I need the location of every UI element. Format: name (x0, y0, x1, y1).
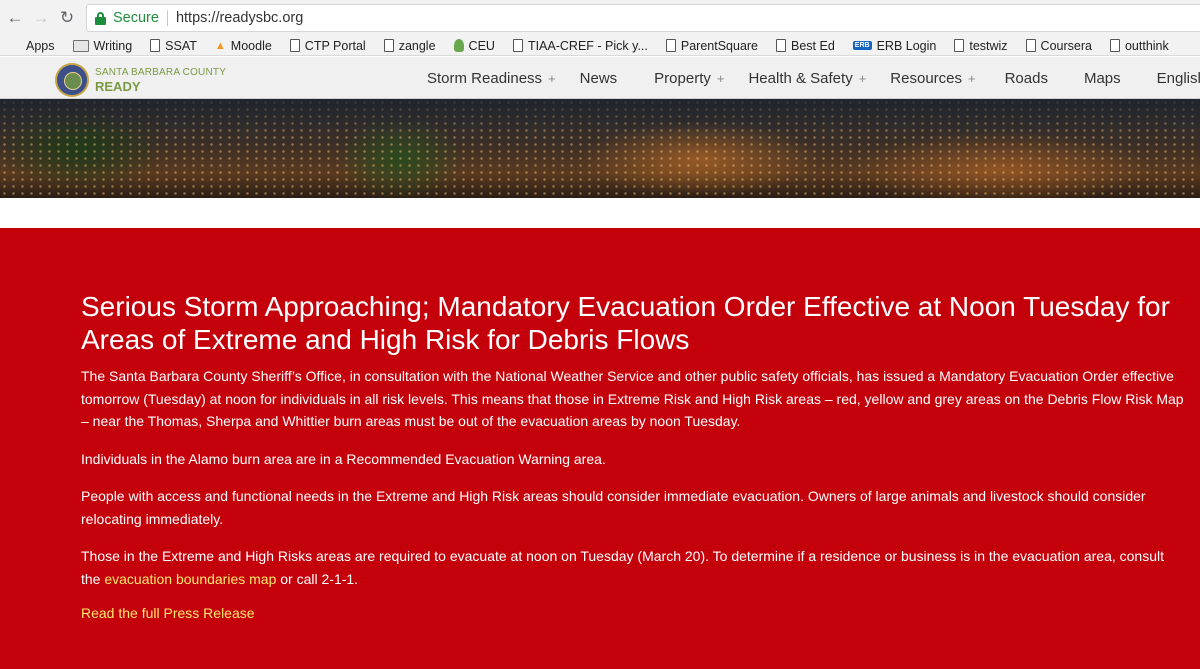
menu-resources[interactable]: Resources + (890, 70, 975, 87)
bookmark-parentsquare[interactable]: ParentSquare (665, 38, 759, 53)
menu-health-safety[interactable]: Health & Safety + (748, 70, 866, 87)
bookmark-writing[interactable]: Writing (72, 38, 133, 53)
page-icon (1109, 39, 1120, 52)
forward-arrow-icon[interactable]: → (30, 7, 52, 29)
bookmark-label: ParentSquare (680, 38, 759, 53)
alert-title: Serious Storm Approaching; Mandatory Eva… (81, 291, 1170, 355)
bookmark-label: Best Ed (791, 38, 835, 53)
menu-news[interactable]: News (580, 70, 618, 87)
menu-english[interactable]: English (1157, 70, 1200, 87)
url-text[interactable]: https://readysbc.org (176, 10, 303, 26)
folder-icon (72, 39, 89, 52)
plus-icon: + (968, 70, 976, 86)
menu-label: English (1156, 69, 1200, 87)
bookmark-apps[interactable]: Apps (9, 39, 55, 53)
menu-maps[interactable]: Maps (1084, 70, 1121, 87)
bookmark-label: ERB Login (876, 38, 937, 53)
bookmark-label: outthink (1124, 38, 1169, 53)
bookmark-ceu[interactable]: CEU (453, 38, 495, 53)
bookmark-label: Apps (26, 38, 55, 53)
plus-icon: + (548, 70, 556, 86)
menu-label: Property (654, 69, 711, 87)
bookmark-ssat[interactable]: SSAT (150, 39, 197, 53)
bookmark-erb-login[interactable]: ERB ERB Login (852, 38, 937, 53)
address-bar[interactable]: Secure https://readysbc.org (86, 4, 1200, 32)
logo-county-text: SANTA BARBARA COUNTY (95, 66, 227, 78)
bookmark-label: testwiz (969, 38, 1008, 53)
address-separator (166, 10, 168, 26)
menu-label: Storm Readiness (427, 69, 543, 87)
reload-icon[interactable]: ↻ (56, 7, 78, 29)
page-icon (954, 39, 965, 52)
page-icon (1025, 39, 1036, 52)
menu-label: Roads (1004, 69, 1048, 87)
bookmark-moodle[interactable]: ▲ Moodle (215, 39, 272, 53)
menu-storm-readiness[interactable]: Storm Readiness + (427, 70, 556, 87)
logo-ready-text: READY (95, 78, 141, 94)
bookmark-label: zangle (398, 38, 436, 53)
alert-paragraph-4: Those in the Extreme and High Risks area… (81, 545, 1186, 590)
web-page: SANTA BARBARA COUNTY READY Storm Readine… (0, 57, 1200, 669)
site-logo[interactable]: SANTA BARBARA COUNTY READY (55, 63, 226, 97)
lock-icon (95, 11, 106, 25)
browser-toolbar: ← → ↻ Secure https://readysbc.org (0, 0, 1200, 36)
bookmark-label: TIAA-CREF - Pick y... (527, 38, 648, 53)
plus-icon: + (716, 70, 725, 86)
bookmark-zangle[interactable]: zangle (383, 38, 436, 53)
evacuation-boundaries-map-link[interactable]: evacuation boundaries map (104, 571, 276, 587)
menu-label: Resources (890, 69, 962, 87)
bookmarks-bar: Apps Writing SSAT ▲ Moodle CTP Portal za… (0, 36, 1200, 56)
apps-grid-icon (9, 40, 21, 52)
menu-label: News (579, 69, 618, 87)
page-icon (383, 39, 394, 52)
bookmark-label: Writing (93, 38, 133, 53)
page-icon (289, 39, 300, 52)
hero-banner-image (0, 99, 1200, 198)
main-menu: Storm Readiness + News Property + Health… (427, 57, 1200, 99)
ceu-icon (453, 39, 464, 52)
evacuation-alert-panel: Serious Storm Approaching; Mandatory Eva… (0, 228, 1200, 669)
plus-icon: + (858, 70, 867, 86)
menu-roads[interactable]: Roads (1005, 70, 1048, 87)
bookmark-outthink[interactable]: outthink (1109, 38, 1169, 53)
logo-text: SANTA BARBARA COUNTY READY (95, 66, 227, 94)
spacer (0, 198, 1200, 228)
page-icon (150, 39, 161, 52)
menu-property[interactable]: Property + (654, 70, 724, 87)
alert-paragraph-3: People with access and functional needs … (81, 488, 1146, 527)
bookmark-label: Coursera (1040, 38, 1092, 53)
bookmark-coursera[interactable]: Coursera (1025, 38, 1092, 53)
erb-icon: ERB (852, 41, 872, 50)
bookmark-tiaa-cref[interactable]: TIAA-CREF - Pick y... (512, 38, 648, 53)
page-icon (665, 39, 676, 52)
moodle-icon: ▲ (214, 39, 226, 52)
bookmark-label: SSAT (165, 38, 197, 53)
county-seal-icon (55, 63, 89, 97)
page-icon (776, 39, 787, 52)
menu-label: Health & Safety (748, 69, 853, 87)
back-arrow-icon[interactable]: ← (4, 7, 26, 29)
secure-label: Secure (113, 10, 159, 26)
bookmark-testwiz[interactable]: testwiz (954, 38, 1008, 53)
bookmark-ctp-portal[interactable]: CTP Portal (289, 38, 366, 53)
alert-paragraph-1: The Santa Barbara County Sheriff’s Offic… (81, 368, 1184, 429)
bookmark-label: Moodle (230, 38, 272, 53)
site-header: SANTA BARBARA COUNTY READY Storm Readine… (0, 57, 1200, 99)
menu-label: Maps (1083, 69, 1121, 87)
alert-paragraph-2: Individuals in the Alamo burn area are i… (81, 451, 606, 467)
press-release-link[interactable]: Read the full Press Release (81, 605, 255, 621)
bookmark-label: CTP Portal (304, 38, 366, 53)
alert-paragraph-4-end: or call 2-1-1. (276, 570, 359, 587)
bookmark-label: CEU (468, 38, 495, 53)
page-icon (512, 39, 523, 52)
hero-shade (0, 99, 1200, 134)
bookmark-best-ed[interactable]: Best Ed (776, 39, 835, 53)
